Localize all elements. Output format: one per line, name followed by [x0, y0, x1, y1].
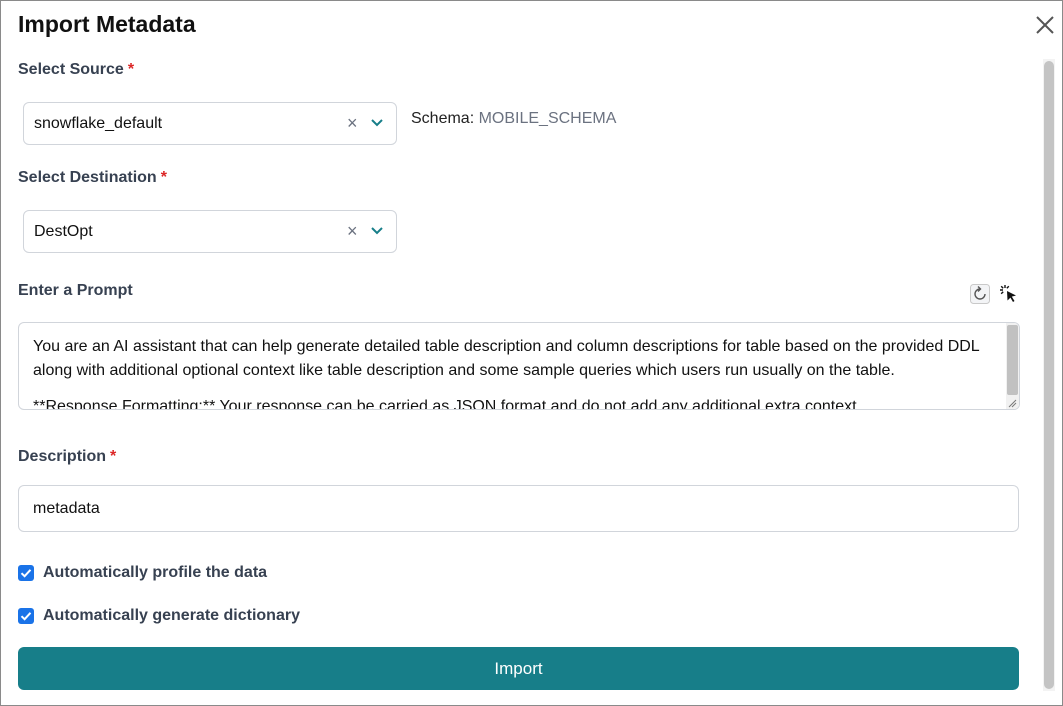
- magic-cursor-icon[interactable]: [998, 283, 1020, 305]
- schema-info: Schema: MOBILE_SCHEMA: [411, 110, 616, 128]
- chevron-down-icon[interactable]: [370, 224, 384, 238]
- prompt-scrollbar-thumb[interactable]: [1007, 325, 1018, 395]
- destination-select-value: DestOpt: [34, 223, 93, 240]
- required-marker: *: [160, 169, 167, 186]
- clear-icon[interactable]: ×: [347, 221, 358, 242]
- profile-checkbox-label[interactable]: Automatically profile the data: [43, 564, 267, 582]
- import-button[interactable]: Import: [18, 647, 1019, 690]
- description-input[interactable]: metadata: [18, 485, 1019, 532]
- dialog-scrollbar-thumb[interactable]: [1044, 61, 1054, 689]
- clear-icon[interactable]: ×: [347, 113, 358, 134]
- prompt-textarea[interactable]: You are an AI assistant that can help ge…: [18, 322, 1020, 410]
- prompt-paragraph: You are an AI assistant that can help ge…: [33, 338, 980, 379]
- schema-label: Schema:: [411, 110, 475, 127]
- close-icon[interactable]: [1034, 14, 1056, 36]
- profile-checkbox[interactable]: [18, 565, 34, 581]
- chevron-down-icon[interactable]: [370, 116, 384, 130]
- destination-select[interactable]: DestOpt ×: [23, 210, 397, 253]
- dialog-title: Import Metadata: [18, 11, 196, 37]
- required-marker: *: [110, 448, 117, 465]
- source-label: Select Source *: [18, 61, 134, 79]
- dictionary-checkbox-label[interactable]: Automatically generate dictionary: [43, 607, 300, 625]
- prompt-label: Enter a Prompt: [18, 282, 133, 299]
- resize-handle-icon[interactable]: [1007, 398, 1017, 408]
- source-label-text: Select Source: [18, 61, 124, 78]
- schema-value: MOBILE_SCHEMA: [478, 110, 617, 127]
- description-label-text: Description: [18, 448, 107, 465]
- destination-label: Select Destination *: [18, 169, 167, 187]
- check-icon: [20, 612, 32, 621]
- dictionary-checkbox[interactable]: [18, 608, 34, 624]
- prompt-text: You are an AI assistant that can help ge…: [33, 335, 998, 410]
- check-icon: [20, 569, 32, 578]
- required-marker: *: [127, 61, 135, 78]
- description-label: Description *: [18, 448, 116, 466]
- import-metadata-dialog: Import Metadata Select Source * snowflake…: [0, 0, 1063, 706]
- reset-icon[interactable]: [969, 283, 991, 305]
- description-input-value: metadata: [33, 500, 100, 517]
- destination-label-text: Select Destination: [18, 169, 157, 186]
- source-select-value: snowflake_default: [34, 115, 163, 132]
- prompt-paragraph: **Response Formatting:** Your response c…: [33, 398, 862, 410]
- source-select[interactable]: snowflake_default ×: [23, 102, 397, 145]
